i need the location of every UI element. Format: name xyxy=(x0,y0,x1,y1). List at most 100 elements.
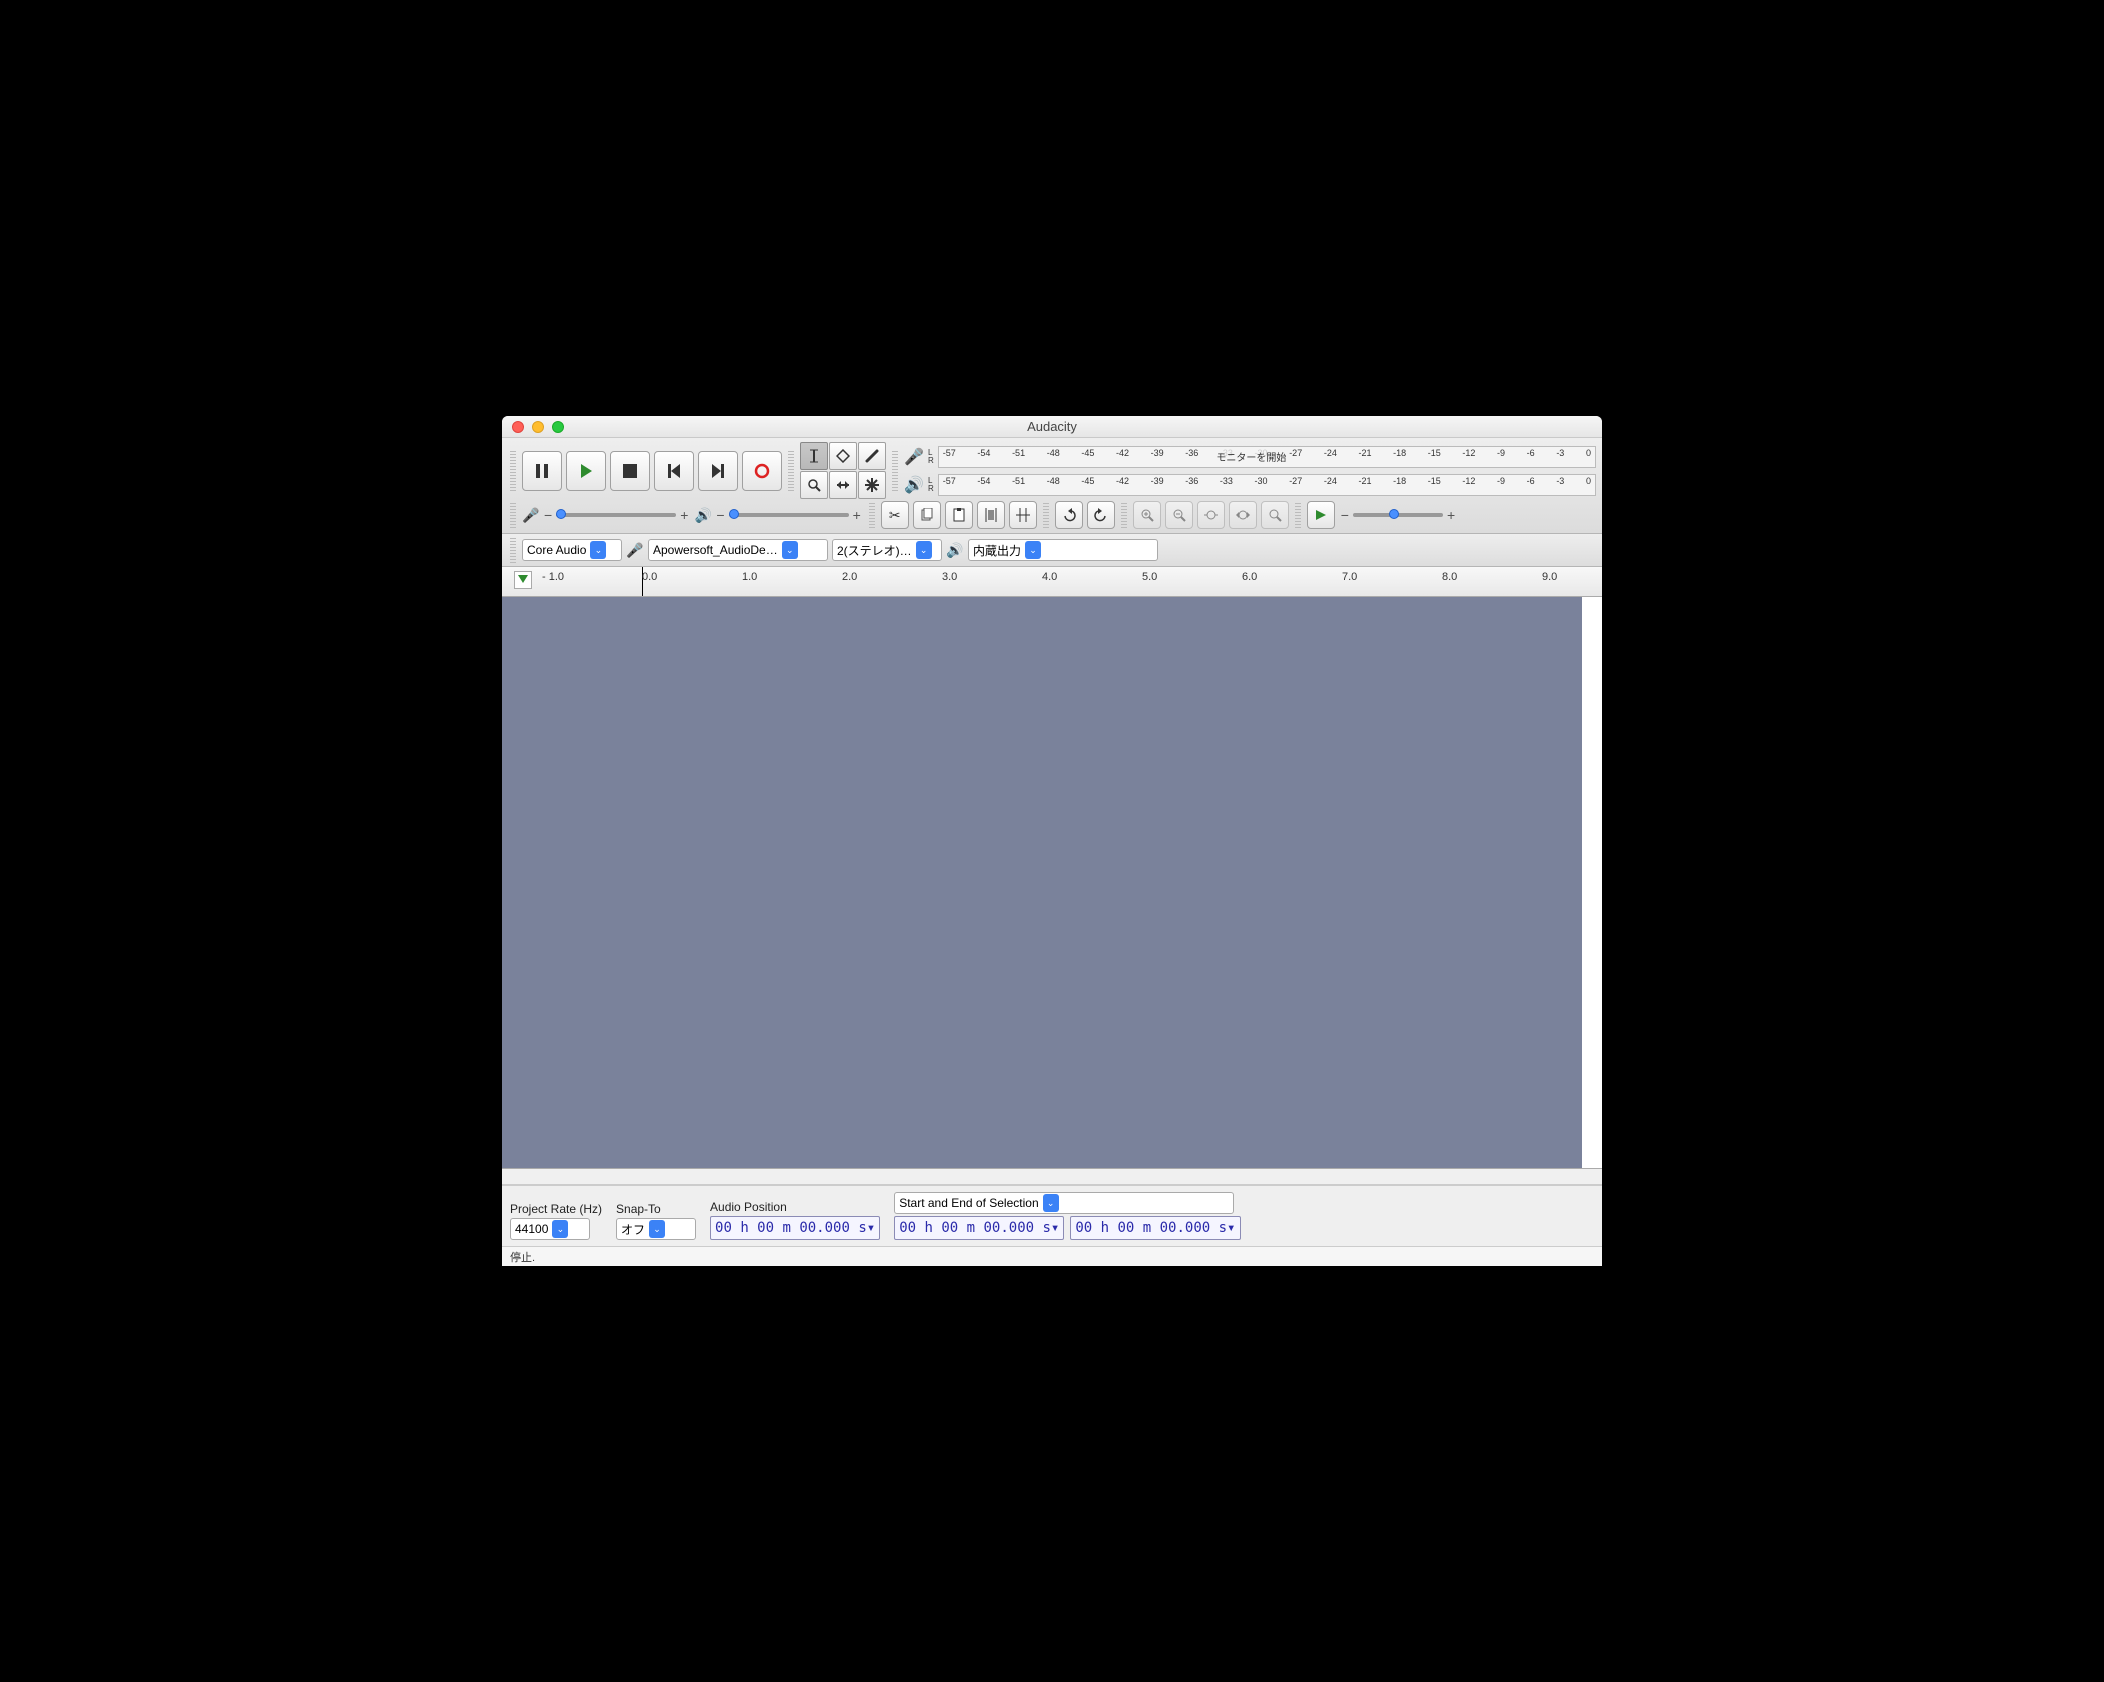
selection-start-field[interactable]: 00 h 00 m 00.000 s▾ xyxy=(894,1216,1064,1240)
playback-meter[interactable]: -57-54-51-48-45-42-39-36-33-30-27-24-21-… xyxy=(938,474,1596,496)
silence-button[interactable] xyxy=(1009,501,1037,529)
recording-device-select[interactable]: Apowersoft_AudioDe…⌄ xyxy=(648,539,828,561)
chevron-down-icon: ⌄ xyxy=(552,1220,568,1238)
skip-end-button[interactable] xyxy=(698,451,738,491)
ruler-tick: 5.0 xyxy=(1142,571,1157,583)
undo-button[interactable] xyxy=(1055,501,1083,529)
chevron-down-icon: ⌄ xyxy=(1025,541,1041,559)
ruler-tick: 0.0 xyxy=(642,571,657,583)
titlebar[interactable]: Audacity xyxy=(502,416,1602,438)
chevron-down-icon: ⌄ xyxy=(649,1220,665,1238)
plus-icon: + xyxy=(1445,507,1457,523)
tools-grid xyxy=(800,442,886,499)
ruler-tick: 8.0 xyxy=(1442,571,1457,583)
pause-button[interactable] xyxy=(522,451,562,491)
speaker-icon: 🔊 xyxy=(946,542,964,559)
zoom-tool[interactable] xyxy=(800,471,828,499)
minus-icon: − xyxy=(1339,507,1351,523)
fit-project-button[interactable] xyxy=(1229,501,1257,529)
ruler-tick: 3.0 xyxy=(942,571,957,583)
trim-button[interactable] xyxy=(977,501,1005,529)
zoom-toggle-button[interactable] xyxy=(1261,501,1289,529)
play-button[interactable] xyxy=(566,451,606,491)
selection-end-field[interactable]: 00 h 00 m 00.000 s▾ xyxy=(1070,1216,1240,1240)
window-controls xyxy=(502,421,564,433)
stop-button[interactable] xyxy=(610,451,650,491)
minimize-icon[interactable] xyxy=(532,421,544,433)
minus-icon: − xyxy=(714,507,726,523)
selection-toolbar: Project Rate (Hz) 44100⌄ Snap-To オフ⌄ Aud… xyxy=(502,1185,1602,1246)
app-window: Audacity 🎤 LR xyxy=(502,416,1602,1266)
paste-button[interactable] xyxy=(945,501,973,529)
device-toolbar: Core Audio⌄ 🎤 Apowersoft_AudioDe…⌄ 2(ステレ… xyxy=(502,534,1602,567)
ruler-tick: - 1.0 xyxy=(542,571,564,583)
microphone-icon: 🎤 xyxy=(626,542,644,559)
fit-selection-button[interactable] xyxy=(1197,501,1225,529)
microphone-icon: 🎤 xyxy=(522,507,540,524)
ruler-tick: 1.0 xyxy=(742,571,757,583)
selection-tool[interactable] xyxy=(800,442,828,470)
close-icon[interactable] xyxy=(512,421,524,433)
monitor-label[interactable]: モニターを開始 xyxy=(1214,449,1288,464)
zoom-in-button[interactable] xyxy=(1133,501,1161,529)
ruler-tick: 7.0 xyxy=(1342,571,1357,583)
lr-labels: LR xyxy=(928,477,934,493)
recording-channels-select[interactable]: 2(ステレオ)…⌄ xyxy=(832,539,942,561)
minus-icon: − xyxy=(542,507,554,523)
grip-icon[interactable] xyxy=(1295,502,1301,528)
ruler-tick: 2.0 xyxy=(842,571,857,583)
meters: 🎤 LR -57-54-51-48-45-42-39-36-33-30-27-2… xyxy=(904,444,1596,498)
plus-icon: + xyxy=(678,507,690,523)
skip-start-button[interactable] xyxy=(654,451,694,491)
chevron-down-icon: ⌄ xyxy=(916,541,932,559)
playback-volume-slider[interactable]: 🔊 − + xyxy=(694,507,862,524)
speaker-icon: 🔊 xyxy=(694,507,712,524)
window-title: Audacity xyxy=(502,419,1602,434)
lr-labels: LR xyxy=(928,449,934,465)
main-toolbar: 🎤 LR -57-54-51-48-45-42-39-36-33-30-27-2… xyxy=(502,438,1602,534)
status-bar: 停止. xyxy=(502,1246,1602,1266)
speaker-icon[interactable]: 🔊 xyxy=(904,475,924,495)
vertical-scrollbar[interactable] xyxy=(1582,597,1602,1168)
horizontal-scrollbar[interactable] xyxy=(502,1169,1602,1185)
grip-icon[interactable] xyxy=(1121,502,1127,528)
multi-tool[interactable] xyxy=(858,471,886,499)
zoom-out-button[interactable] xyxy=(1165,501,1193,529)
ruler-tick: 6.0 xyxy=(1242,571,1257,583)
copy-button[interactable] xyxy=(913,501,941,529)
snap-to-select[interactable]: オフ⌄ xyxy=(616,1218,696,1240)
cut-button[interactable]: ✂ xyxy=(881,501,909,529)
track-area[interactable] xyxy=(502,597,1602,1169)
grip-icon[interactable] xyxy=(510,451,516,491)
grip-icon[interactable] xyxy=(892,451,898,491)
envelope-tool[interactable] xyxy=(829,442,857,470)
selection-mode-select[interactable]: Start and End of Selection⌄ xyxy=(894,1192,1234,1214)
play-at-speed-button[interactable] xyxy=(1307,501,1335,529)
grip-icon[interactable] xyxy=(788,451,794,491)
ruler-tick: 4.0 xyxy=(1042,571,1057,583)
recording-volume-slider[interactable]: 🎤 − + xyxy=(522,507,690,524)
timeshift-tool[interactable] xyxy=(829,471,857,499)
draw-tool[interactable] xyxy=(858,442,886,470)
playback-speed-slider[interactable]: − + xyxy=(1339,507,1457,523)
playback-device-select[interactable]: 内蔵出力⌄ xyxy=(968,539,1158,561)
redo-button[interactable] xyxy=(1087,501,1115,529)
audio-position-field[interactable]: 00 h 00 m 00.000 s▾ xyxy=(710,1216,880,1240)
project-rate-select[interactable]: 44100⌄ xyxy=(510,1218,590,1240)
pin-playhead-button[interactable] xyxy=(514,571,532,589)
grip-icon[interactable] xyxy=(510,502,516,528)
grip-icon[interactable] xyxy=(1043,502,1049,528)
timeline-ruler[interactable]: - 1.0 0.0 1.0 2.0 3.0 4.0 5.0 6.0 7.0 8.… xyxy=(502,567,1602,597)
snap-to-label: Snap-To xyxy=(616,1202,696,1216)
grip-icon[interactable] xyxy=(869,502,875,528)
zoom-icon[interactable] xyxy=(552,421,564,433)
plus-icon: + xyxy=(851,507,863,523)
chevron-down-icon: ⌄ xyxy=(590,541,606,559)
audio-position-label: Audio Position xyxy=(710,1200,880,1214)
grip-icon[interactable] xyxy=(510,537,516,563)
project-rate-label: Project Rate (Hz) xyxy=(510,1202,602,1216)
audio-host-select[interactable]: Core Audio⌄ xyxy=(522,539,622,561)
recording-meter[interactable]: -57-54-51-48-45-42-39-36-33-30-27-24-21-… xyxy=(938,446,1596,468)
record-button[interactable] xyxy=(742,451,782,491)
microphone-icon[interactable]: 🎤 xyxy=(904,447,924,467)
